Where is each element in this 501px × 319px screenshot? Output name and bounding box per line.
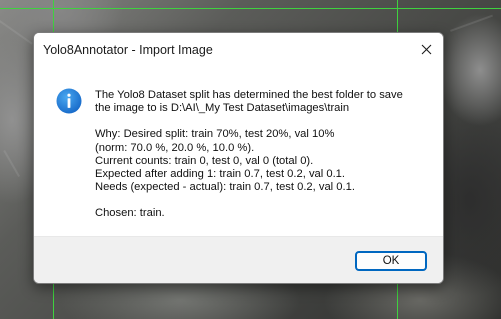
annotation-guide-line-top	[0, 8, 501, 9]
message-spacer	[95, 194, 435, 207]
message-line: Current counts: train 0, test 0, val 0 (…	[95, 154, 314, 167]
close-button[interactable]	[409, 33, 443, 65]
message-line: the image to is D:\AI\_My Test Dataset\i…	[95, 102, 350, 115]
message-line: (norm: 70.0 %, 20.0 %, 10.0 %).	[95, 141, 255, 154]
ok-button[interactable]: OK	[355, 251, 427, 271]
message-line: Needs (expected - actual): train 0.7, te…	[95, 181, 355, 194]
info-icon	[56, 88, 82, 114]
message-line: Chosen: train.	[95, 207, 165, 220]
dialog-message: The Yolo8 Dataset split has determined t…	[95, 89, 435, 221]
dialog-titlebar: Yolo8Annotator - Import Image	[34, 33, 443, 66]
dialog-title: Yolo8Annotator - Import Image	[43, 43, 213, 57]
message-spacer	[95, 115, 435, 128]
message-line: Expected after adding 1: train 0.7, test…	[95, 168, 346, 181]
dialog-footer: OK	[34, 236, 443, 283]
message-line: The Yolo8 Dataset split has determined t…	[95, 89, 403, 101]
close-icon	[421, 44, 431, 54]
dialog-content: The Yolo8 Dataset split has determined t…	[34, 66, 443, 236]
message-line: Why: Desired split: train 70%, test 20%,…	[95, 128, 335, 141]
import-image-dialog: Yolo8Annotator - Import Image The Yolo8 …	[33, 32, 444, 284]
